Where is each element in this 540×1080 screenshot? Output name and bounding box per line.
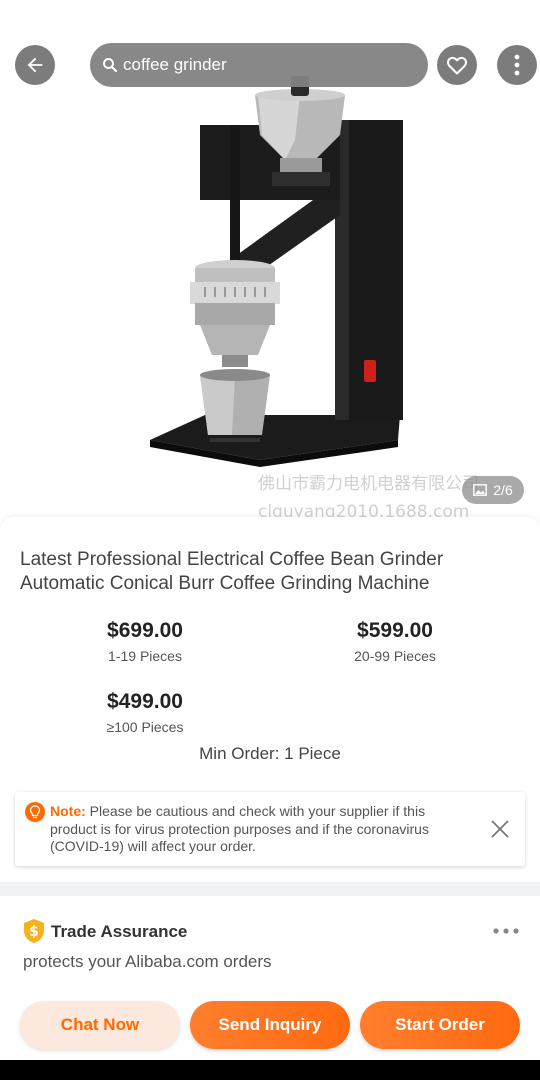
more-options-button[interactable] (497, 45, 537, 85)
price-tier: $599.00 20-99 Pieces (310, 618, 480, 666)
watermark-line-1: 佛山市霸力电机电器有限公司 (258, 474, 479, 494)
note-message: Please be cautious and check with your s… (50, 803, 429, 854)
trade-assurance-title: Trade Assurance (51, 922, 188, 941)
image-counter-badge: 2/6 (462, 476, 524, 504)
note-text: Note: Please be cautious and check with … (50, 803, 470, 856)
send-inquiry-button[interactable]: Send Inquiry (190, 1001, 350, 1049)
close-icon[interactable] (489, 818, 511, 840)
chat-now-button[interactable]: Chat Now (20, 1001, 180, 1049)
price-tier: $699.00 1-19 Pieces (60, 618, 230, 666)
svg-text:$: $ (29, 924, 39, 940)
image-icon (473, 484, 488, 496)
search-icon (100, 55, 120, 75)
horizontal-dots-icon[interactable] (493, 924, 519, 938)
vertical-dots-icon (514, 54, 520, 76)
tier-price: $699.00 (107, 619, 183, 642)
heart-icon (447, 56, 467, 75)
search-bar[interactable]: coffee grinder (90, 43, 428, 87)
favorite-button[interactable] (437, 45, 477, 85)
tier-price: $599.00 (357, 619, 433, 642)
bulb-icon (25, 802, 45, 822)
image-counter-text: 2/6 (493, 482, 513, 498)
section-divider (0, 882, 540, 896)
product-info-card: Latest Professional Electrical Coffee Be… (0, 517, 540, 882)
search-query-text: coffee grinder (123, 55, 227, 74)
back-button[interactable] (15, 45, 55, 85)
tier-quantity: 1-19 Pieces (108, 648, 182, 664)
bottom-action-bar: Chat Now Send Inquiry Start Order (0, 990, 540, 1060)
tier-quantity: 20-99 Pieces (354, 648, 436, 664)
shield-dollar-icon: $ (24, 919, 44, 943)
arrow-left-icon (27, 57, 43, 73)
trade-assurance-subtitle: protects your Alibaba.com orders (23, 952, 272, 971)
min-order-text: Min Order: 1 Piece (199, 744, 341, 763)
covid-note-banner: Note: Please be cautious and check with … (15, 792, 525, 866)
start-order-button[interactable]: Start Order (360, 1001, 520, 1049)
price-tier: $499.00 ≥100 Pieces (60, 689, 230, 737)
product-detail-page: 佛山市霸力电机电器有限公司 clguyang2010.1688.com coff… (0, 0, 540, 1080)
tier-quantity: ≥100 Pieces (106, 719, 184, 735)
note-label: Note: (50, 803, 86, 819)
system-navigation-bar (0, 1060, 540, 1080)
product-title: Latest Professional Electrical Coffee Be… (20, 549, 444, 594)
tier-price: $499.00 (107, 690, 183, 713)
